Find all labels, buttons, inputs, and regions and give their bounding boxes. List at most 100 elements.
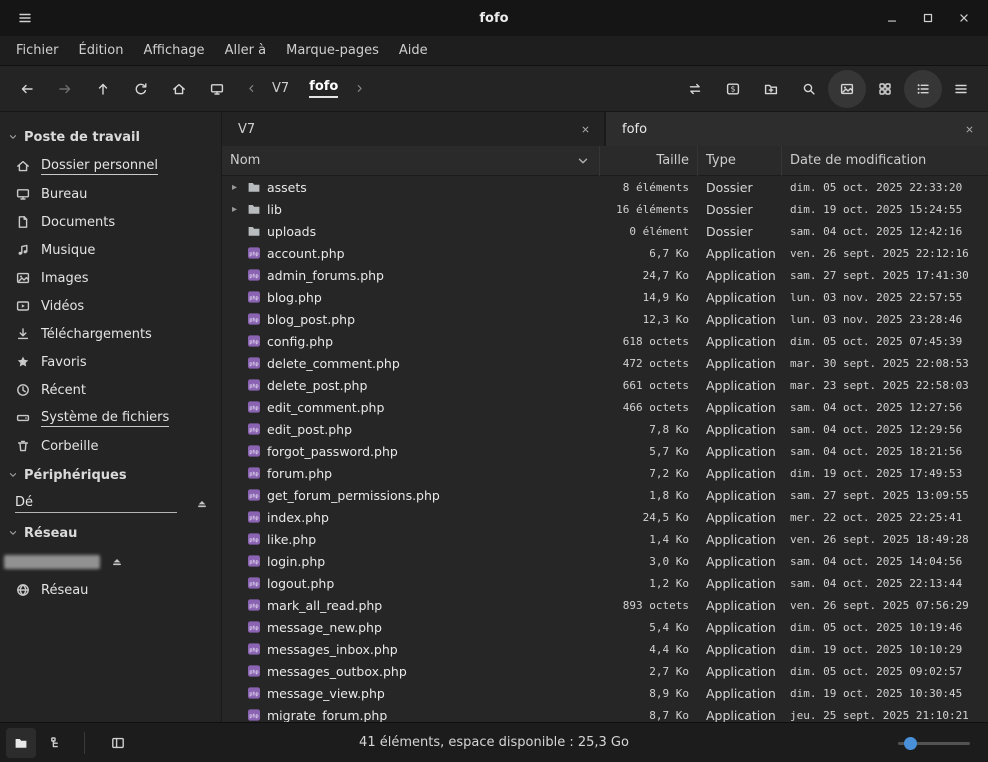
file-size: 5,7 Ko [600, 445, 698, 458]
column-header-date[interactable]: Date de modification [782, 146, 988, 176]
sidebar-item-label: Favoris [41, 355, 87, 370]
file-size: 1,2 Ko [600, 577, 698, 590]
sidebar-item-network-device[interactable] [0, 548, 221, 576]
file-row[interactable]: phpaccount.php6,7 KoApplicationven. 26 s… [222, 242, 988, 264]
sidebar-item-documents[interactable]: Documents [0, 208, 221, 236]
chevron-left-icon[interactable] [240, 82, 262, 95]
php-file-icon: php [246, 641, 262, 657]
menu-button[interactable] [942, 70, 980, 108]
svg-text:php: php [249, 537, 258, 543]
up-button[interactable] [84, 70, 122, 108]
home-button[interactable] [160, 70, 198, 108]
chevron-right-icon[interactable] [348, 82, 370, 95]
tab-close-button[interactable] [958, 118, 980, 140]
sidebar-item-bureau[interactable]: Bureau [0, 180, 221, 208]
file-row[interactable]: phpdelete_comment.php472 octetsApplicati… [222, 352, 988, 374]
eject-button[interactable] [195, 497, 209, 511]
tab-v7[interactable]: V7 [222, 112, 604, 146]
sidebar-item-recent[interactable]: Récent [0, 376, 221, 404]
menu-edition[interactable]: Édition [69, 36, 134, 66]
maximize-button[interactable] [914, 4, 942, 32]
new-folder-button[interactable] [752, 70, 790, 108]
menu-fichier[interactable]: Fichier [6, 36, 69, 66]
forward-button[interactable] [46, 70, 84, 108]
column-header-nom[interactable]: Nom [222, 146, 600, 176]
file-row[interactable]: phpget_forum_permissions.php1,8 KoApplic… [222, 484, 988, 506]
file-type: Application [698, 334, 782, 349]
search-button[interactable] [790, 70, 828, 108]
file-row[interactable]: phpmark_all_read.php893 octetsApplicatio… [222, 594, 988, 616]
file-row[interactable]: phpdelete_post.php661 octetsApplicationm… [222, 374, 988, 396]
file-row[interactable]: phpedit_comment.php466 octetsApplication… [222, 396, 988, 418]
tab-close-button[interactable] [574, 118, 596, 140]
file-row[interactable]: phpedit_post.php7,8 KoApplicationsam. 04… [222, 418, 988, 440]
minimize-button[interactable] [878, 4, 906, 32]
refresh-button[interactable] [122, 70, 160, 108]
file-row[interactable]: phpforum.php7,2 KoApplicationdim. 19 oct… [222, 462, 988, 484]
svg-text:php: php [249, 581, 258, 587]
file-row[interactable]: phpindex.php24,5 KoApplicationmer. 22 oc… [222, 506, 988, 528]
file-date: dim. 19 oct. 2025 15:24:55 [782, 203, 988, 216]
sidebar-item-systeme-de-fichiers[interactable]: Système de fichiers [0, 404, 221, 432]
expander-icon[interactable]: ▸ [228, 204, 241, 215]
file-name: messages_inbox.php [267, 642, 398, 657]
breadcrumb-v7[interactable]: V7 [262, 72, 299, 106]
section-reseau[interactable]: Réseau [0, 518, 221, 548]
file-row[interactable]: phplike.php1,4 KoApplicationven. 26 sept… [222, 528, 988, 550]
file-row[interactable]: phpmessages_outbox.php2,7 KoApplicationd… [222, 660, 988, 682]
eject-button[interactable] [110, 555, 124, 569]
sidebar-item-musique[interactable]: Musique [0, 236, 221, 264]
menu-aller-a[interactable]: Aller à [215, 36, 277, 66]
section-peripheriques[interactable]: Périphériques [0, 460, 221, 490]
file-row[interactable]: phpblog_post.php12,3 KoApplicationlun. 0… [222, 308, 988, 330]
sidebar-item-dossier-personnel[interactable]: Dossier personnel [0, 152, 221, 180]
file-row[interactable]: phpmessages_inbox.php4,4 KoApplicationdi… [222, 638, 988, 660]
file-row[interactable]: phpadmin_forums.php24,7 KoApplicationsam… [222, 264, 988, 286]
zoom-slider-handle[interactable] [904, 737, 917, 750]
list-view-button[interactable] [904, 70, 942, 108]
sidepane-toggle-button[interactable] [103, 728, 133, 758]
file-row[interactable]: uploads0 élémentDossiersam. 04 oct. 2025… [222, 220, 988, 242]
breadcrumb-fofo[interactable]: fofo [299, 72, 348, 106]
sidebar-item-telechargements[interactable]: Téléchargements [0, 320, 221, 348]
treeview-toggle-button[interactable] [42, 728, 72, 758]
icon-view-button[interactable] [828, 70, 866, 108]
file-row[interactable]: phpmessage_new.php5,4 KoApplicationdim. … [222, 616, 988, 638]
file-row[interactable]: ▸lib16 élémentsDossierdim. 19 oct. 2025 … [222, 198, 988, 220]
menu-affichage[interactable]: Affichage [133, 36, 214, 66]
back-button[interactable] [8, 70, 46, 108]
column-header-taille[interactable]: Taille [600, 146, 698, 176]
sidebar-item-favoris[interactable]: Favoris [0, 348, 221, 376]
menu-marque-pages[interactable]: Marque-pages [276, 36, 389, 66]
file-row[interactable]: phplogout.php1,2 KoApplicationsam. 04 oc… [222, 572, 988, 594]
window-menu-button[interactable] [10, 4, 40, 32]
file-row[interactable]: phpmigrate_forum.php8,7 KoApplicationjeu… [222, 704, 988, 722]
svg-text:$: $ [731, 84, 736, 93]
expander-icon[interactable]: ▸ [228, 182, 241, 193]
tab-fofo[interactable]: fofo [606, 112, 988, 146]
sidebar-item-images[interactable]: Images [0, 264, 221, 292]
zoom-slider[interactable] [898, 735, 970, 751]
window-title: fofo [0, 11, 988, 26]
computer-button[interactable] [198, 70, 236, 108]
toggle-location-button[interactable] [676, 70, 714, 108]
svg-text:php: php [249, 361, 258, 367]
file-row[interactable]: phpblog.php14,9 KoApplicationlun. 03 nov… [222, 286, 988, 308]
file-type: Application [698, 378, 782, 393]
sidebar-item-reseau[interactable]: Réseau [0, 576, 221, 604]
sidebar-item-videos[interactable]: Vidéos [0, 292, 221, 320]
sidebar-item-device[interactable]: Dé [0, 490, 221, 518]
places-toggle-button[interactable] [6, 728, 36, 758]
file-row[interactable]: phpmessage_view.php8,9 KoApplicationdim.… [222, 682, 988, 704]
compact-view-button[interactable] [866, 70, 904, 108]
section-poste-de-travail[interactable]: Poste de travail [0, 122, 221, 152]
menu-aide[interactable]: Aide [389, 36, 438, 66]
column-header-type[interactable]: Type [698, 146, 782, 176]
close-button[interactable] [950, 4, 978, 32]
file-row[interactable]: phplogin.php3,0 KoApplicationsam. 04 oct… [222, 550, 988, 572]
file-row[interactable]: phpforgot_password.php5,7 KoApplications… [222, 440, 988, 462]
file-row[interactable]: phpconfig.php618 octetsApplicationdim. 0… [222, 330, 988, 352]
sidebar-item-corbeille[interactable]: Corbeille [0, 432, 221, 460]
open-terminal-button[interactable]: $ [714, 70, 752, 108]
file-row[interactable]: ▸assets8 élémentsDossierdim. 05 oct. 202… [222, 176, 988, 198]
